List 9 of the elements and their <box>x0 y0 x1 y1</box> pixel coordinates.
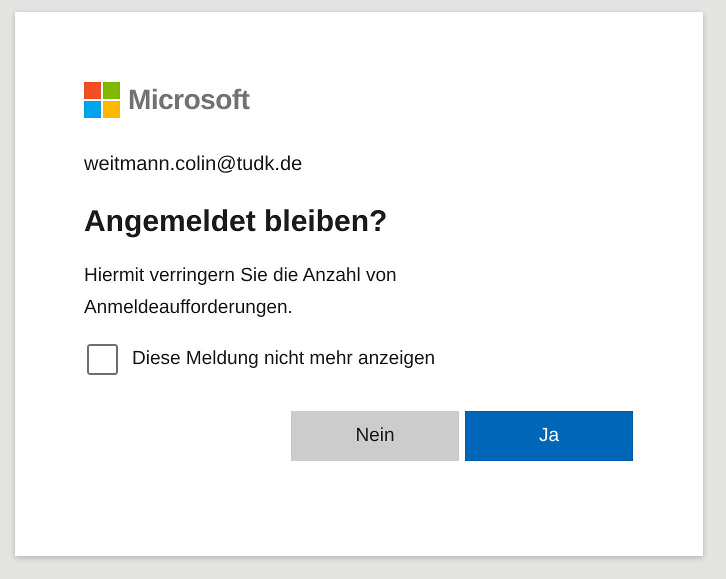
confirm-button[interactable]: Ja <box>465 411 633 461</box>
logo-icon <box>84 82 120 118</box>
checkbox-label: Diese Meldung nicht mehr anzeigen <box>132 346 436 371</box>
account-email: weitmann.colin@tudk.de <box>84 152 304 176</box>
dialog-title: Angemeldet bleiben? <box>84 204 388 240</box>
checkbox[interactable] <box>87 344 118 374</box>
brand-name: Microsoft <box>128 86 250 114</box>
description-text: Hiermit verringern Sie die Anzahl von Anmeldeaufforderungen. <box>84 264 398 320</box>
cancel-button[interactable]: Nein <box>291 411 459 461</box>
